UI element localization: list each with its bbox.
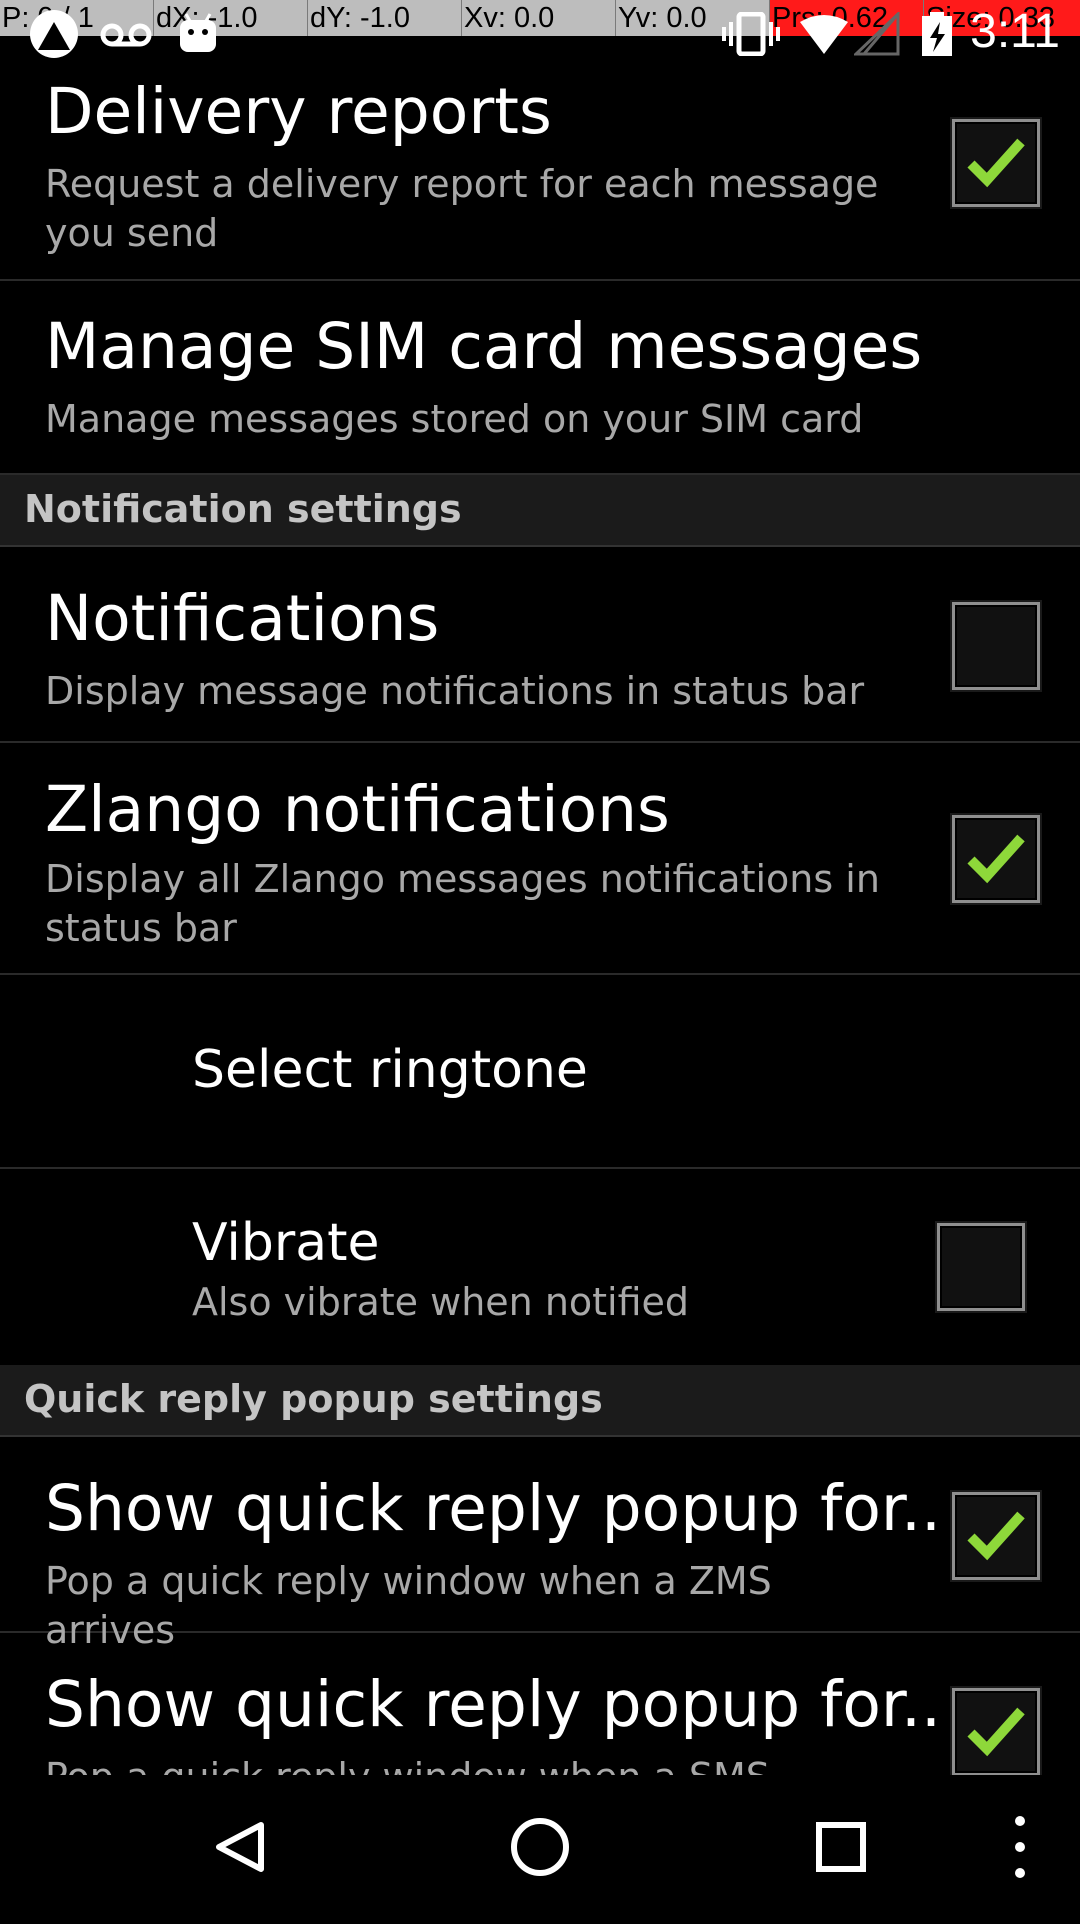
checkmark-icon [967,138,1025,188]
zlango-notifications-title: Zlango notifications [45,773,670,846]
notification-settings-label: Notification settings [24,487,462,531]
overflow-menu-button[interactable] [960,1775,1080,1920]
pointer-dy: dY: -1.0 [307,0,461,36]
quick-reply-sms-row[interactable]: Show quick reply popup for.. Pop a quick… [0,1633,1080,1775]
wifi-icon [800,15,848,54]
vibrate-title: Vibrate [192,1213,380,1273]
android-icon [180,13,216,52]
checkmark-icon [967,1707,1025,1757]
delivery-reports-checkbox[interactable] [952,119,1040,207]
pointer-xv: Xv: 0.0 [461,0,615,36]
status-clock: 3:11 [970,5,1060,58]
back-icon [216,1822,264,1872]
settings-list[interactable]: Delivery reports Request a delivery repo… [0,0,1080,1775]
delivery-reports-summary: Request a delivery report for each messa… [45,162,879,255]
vibrate-summary: Also vibrate when notified [192,1280,690,1324]
recents-icon [816,1822,866,1872]
quick-reply-settings-label: Quick reply popup settings [24,1377,603,1421]
home-icon [511,1818,569,1876]
home-button[interactable] [465,1775,615,1920]
zlango-notifications-summary: Display all Zlango messages notification… [45,857,880,950]
status-bar: P: 0 / 1 dX: -1.0 dY: -1.0 Xv: 0.0 Yv: 0… [0,0,1080,58]
vibrate-row[interactable]: Vibrate Also vibrate when notified [0,1169,1080,1365]
voicemail-icon [100,23,152,47]
notifications-title: Notifications [45,582,440,655]
select-ringtone-title: Select ringtone [192,1040,588,1100]
quick-reply-sms-checkbox[interactable] [952,1688,1040,1775]
select-ringtone-row[interactable]: Select ringtone [0,975,1080,1169]
vibrate-icon [722,12,780,56]
zlango-notifications-checkbox[interactable] [952,815,1040,903]
notifications-checkbox[interactable] [952,602,1040,690]
delivery-reports-row[interactable]: Delivery reports Request a delivery repo… [0,0,1080,281]
navigation-bar [0,1775,1080,1920]
manage-sim-summary: Manage messages stored on your SIM card [45,397,864,441]
quick-reply-zms-title: Show quick reply popup for.. [45,1472,942,1545]
vibrate-checkbox[interactable] [937,1223,1025,1311]
zlango-notifications-row[interactable]: Zlango notifications Display all Zlango … [0,743,1080,975]
pointer-dx: dX: -1.0 [153,0,307,36]
delivery-reports-title: Delivery reports [45,75,552,148]
back-button[interactable] [165,1775,315,1920]
quick-reply-sms-summary: Pop a quick reply window when a SMS arri… [45,1753,885,1775]
battery-charging-icon [922,12,952,56]
notifications-summary: Display message notifications in status … [45,669,865,713]
checkmark-icon [967,1511,1025,1561]
manage-sim-row[interactable]: Manage SIM card messages Manage messages… [0,281,1080,475]
notification-settings-header: Notification settings [0,475,1080,547]
checkmark-icon [967,834,1025,884]
quick-reply-settings-header: Quick reply popup settings [0,1365,1080,1437]
no-signal-icon [854,12,900,56]
quick-reply-zms-checkbox[interactable] [952,1492,1040,1580]
recents-button[interactable] [765,1775,915,1920]
menu-icon [1015,1816,1025,1878]
pointer-location-overlay: P: 0 / 1 dX: -1.0 dY: -1.0 Xv: 0.0 Yv: 0… [0,0,1080,36]
manage-sim-title: Manage SIM card messages [45,310,923,383]
notifications-row[interactable]: Notifications Display message notificati… [0,547,1080,743]
quick-reply-zms-row[interactable]: Show quick reply popup for.. Pop a quick… [0,1437,1080,1652]
quick-reply-sms-title: Show quick reply popup for.. [45,1668,942,1741]
app-icon [30,10,78,58]
